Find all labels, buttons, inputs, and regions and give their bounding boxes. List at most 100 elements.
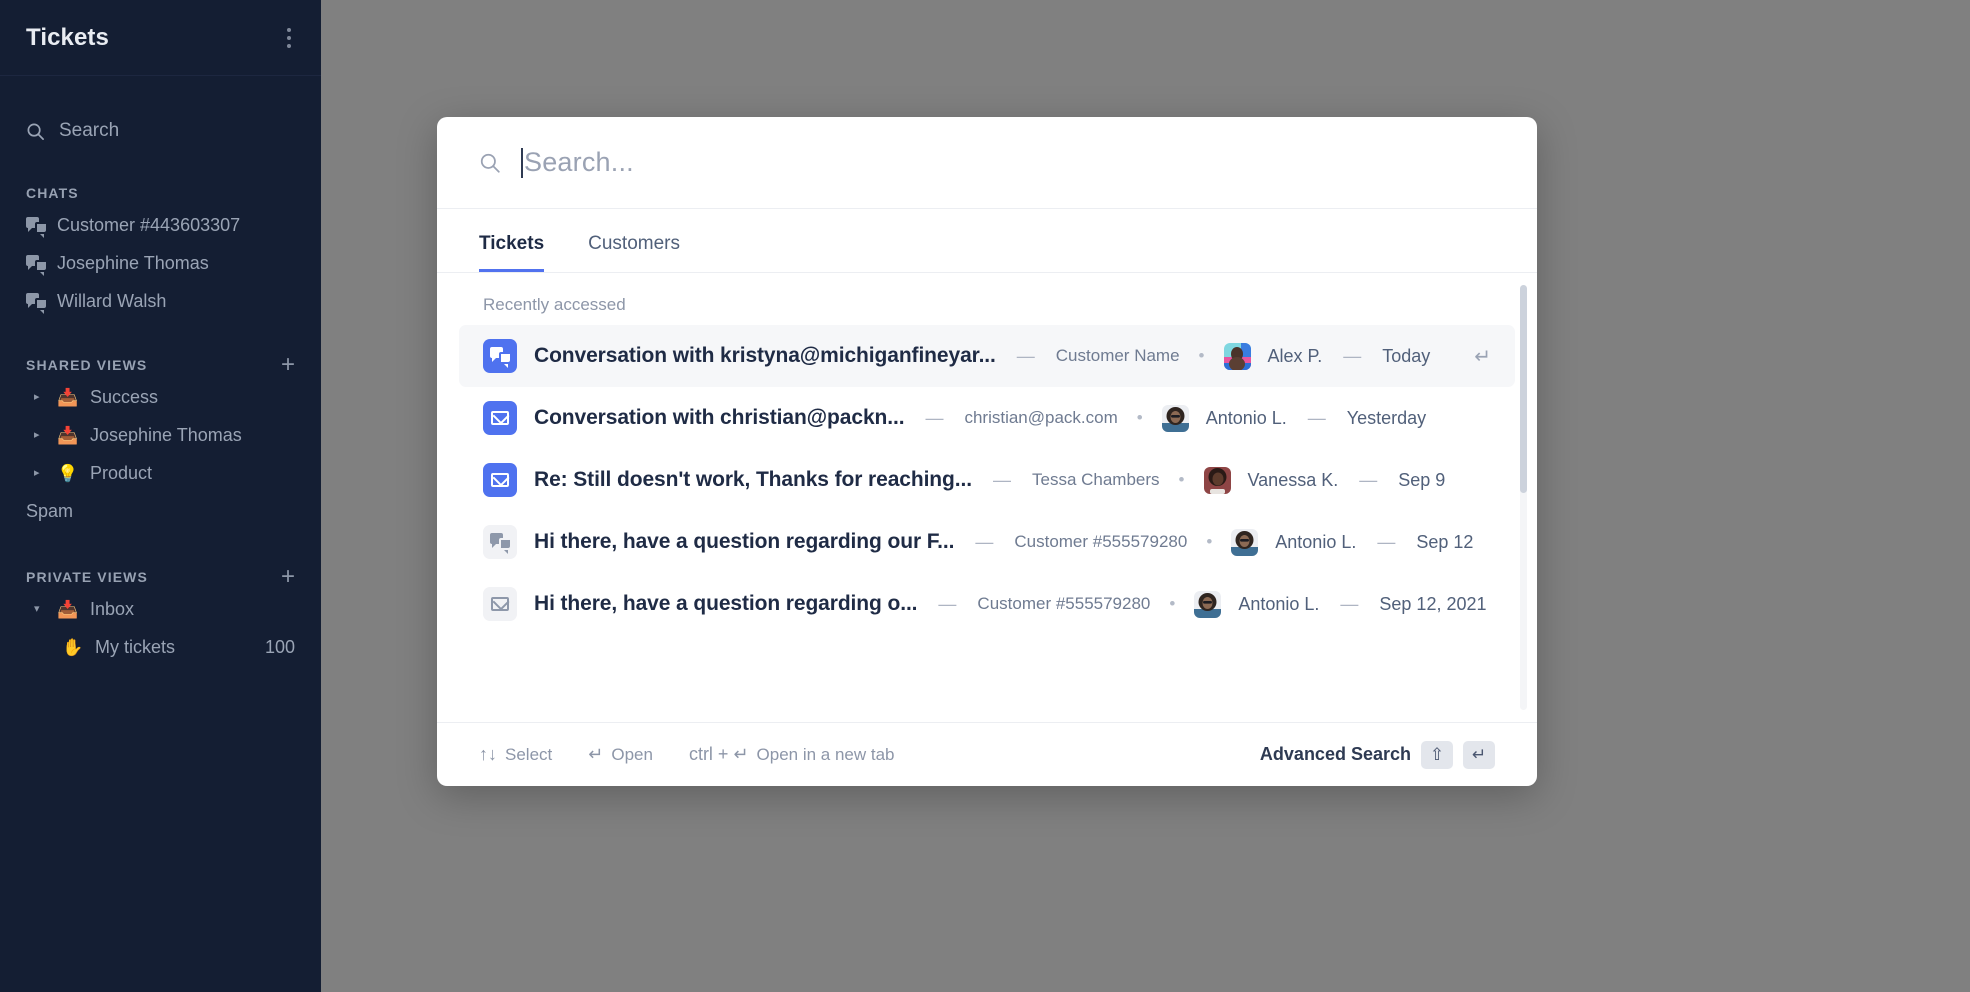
result-person: Antonio L. bbox=[1238, 593, 1320, 614]
sidebar-private-view-my-tickets[interactable]: ✋ My tickets 100 bbox=[0, 628, 321, 666]
sidebar-chat-label: Customer #443603307 bbox=[57, 214, 241, 235]
private-views-caption: PRIVATE VIEWS bbox=[26, 569, 148, 585]
results-scrollbar-thumb[interactable] bbox=[1520, 285, 1527, 493]
kebab-dot bbox=[287, 43, 291, 48]
separator: — bbox=[975, 531, 994, 552]
sidebar-chat-item-2[interactable]: Willard Walsh bbox=[0, 282, 321, 320]
result-title: Hi there, have a question regarding o... bbox=[534, 592, 918, 615]
dot-separator: • bbox=[1136, 408, 1143, 427]
result-row[interactable]: Conversation with christian@packn... — c… bbox=[459, 387, 1515, 449]
result-row[interactable]: Conversation with kristyna@michiganfiney… bbox=[459, 325, 1515, 387]
enter-key[interactable]: ↵ bbox=[1463, 740, 1495, 769]
dot-separator: • bbox=[1169, 594, 1176, 613]
sidebar-spam-item[interactable]: Spam bbox=[0, 492, 321, 530]
shared-views-section-header: SHARED VIEWS + bbox=[0, 352, 321, 378]
kebab-dot bbox=[287, 27, 291, 32]
result-date: Sep 12 bbox=[1416, 531, 1474, 552]
sidebar-shared-view-label: Product bbox=[90, 462, 153, 483]
inbox-tray-emoji-icon: 📥 bbox=[57, 387, 79, 407]
chats-caption: CHATS bbox=[26, 185, 79, 201]
result-title: Conversation with kristyna@michiganfiney… bbox=[534, 344, 996, 367]
advanced-search-button[interactable]: Advanced Search bbox=[1260, 744, 1411, 765]
sidebar-shared-view-product[interactable]: ▸ 💡 Product bbox=[0, 454, 321, 492]
separator: — bbox=[1307, 407, 1326, 428]
result-meta: Tessa Chambers bbox=[1031, 470, 1160, 489]
hint-label: Open bbox=[611, 744, 653, 764]
avatar bbox=[1194, 590, 1222, 618]
result-date: Yesterday bbox=[1346, 407, 1427, 428]
add-shared-view-button[interactable]: + bbox=[281, 353, 295, 377]
result-title: Hi there, have a question regarding our … bbox=[534, 530, 955, 553]
sidebar-shared-view-label: Success bbox=[90, 386, 159, 407]
avatar-image bbox=[1231, 528, 1259, 556]
result-person: Antonio L. bbox=[1275, 531, 1357, 552]
mail-icon bbox=[483, 587, 517, 621]
chats-section-header: CHATS bbox=[0, 180, 321, 206]
private-views-section-header: PRIVATE VIEWS + bbox=[0, 564, 321, 590]
shift-key[interactable]: ⇧ bbox=[1421, 740, 1453, 769]
result-date: Sep 12, 2021 bbox=[1379, 593, 1487, 614]
sidebar-private-view-label: Inbox bbox=[90, 598, 135, 619]
search-dialog: Tickets Customers Recently accessed Conv… bbox=[437, 117, 1537, 786]
hint-open-new-tab: ctrl + ↵ Open in a new tab bbox=[689, 744, 895, 765]
result-row[interactable]: Hi there, have a question regarding our … bbox=[459, 511, 1515, 573]
hint-label: Open in a new tab bbox=[756, 744, 895, 764]
sidebar-chat-label: Willard Walsh bbox=[57, 290, 167, 311]
separator: — bbox=[1340, 593, 1359, 614]
shared-views-caption: SHARED VIEWS bbox=[26, 357, 148, 373]
sidebar-header: Tickets bbox=[0, 0, 321, 76]
separator: — bbox=[1016, 345, 1035, 366]
result-row[interactable]: Hi there, have a question regarding o...… bbox=[459, 573, 1515, 635]
sidebar-private-view-inbox[interactable]: ▾ 📥 Inbox bbox=[0, 590, 321, 628]
dialog-footer: ↑↓ Select ↵ Open ctrl + ↵ Open in a new … bbox=[437, 722, 1537, 786]
recently-accessed-label: Recently accessed bbox=[483, 295, 626, 314]
avatar-image bbox=[1223, 342, 1251, 370]
avatar bbox=[1231, 528, 1259, 556]
result-meta: Customer #555579280 bbox=[977, 594, 1151, 613]
result-person: Vanessa K. bbox=[1247, 469, 1339, 490]
result-row[interactable]: Re: Still doesn't work, Thanks for reach… bbox=[459, 449, 1515, 511]
chevron-down-icon[interactable]: ▾ bbox=[34, 603, 46, 615]
result-date: Sep 9 bbox=[1398, 469, 1446, 490]
sidebar-shared-view-success[interactable]: ▸ 📥 Success bbox=[0, 378, 321, 416]
search-input[interactable] bbox=[524, 147, 1495, 178]
my-tickets-count: 100 bbox=[264, 636, 295, 657]
inbox-tray-emoji-icon: 📥 bbox=[57, 425, 79, 445]
dot-separator: • bbox=[1178, 470, 1185, 489]
avatar-image bbox=[1203, 466, 1231, 494]
inbox-tray-emoji-icon: 📥 bbox=[57, 599, 79, 619]
add-private-view-button[interactable]: + bbox=[281, 565, 295, 589]
separator: — bbox=[938, 593, 957, 614]
chat-icon bbox=[26, 254, 46, 276]
mail-icon bbox=[483, 463, 517, 497]
chevron-right-icon[interactable]: ▸ bbox=[34, 467, 46, 479]
sidebar-shared-view-label: Josephine Thomas bbox=[90, 424, 242, 445]
chevron-right-icon[interactable]: ▸ bbox=[34, 391, 46, 403]
result-meta: Customer #555579280 bbox=[1014, 532, 1188, 551]
separator: — bbox=[1377, 531, 1396, 552]
result-meta: Customer Name bbox=[1055, 346, 1180, 365]
avatar bbox=[1223, 342, 1251, 370]
result-person: Antonio L. bbox=[1205, 407, 1287, 428]
separator: — bbox=[992, 469, 1011, 490]
kebab-menu-icon[interactable] bbox=[283, 24, 295, 52]
app-title: Tickets bbox=[26, 23, 109, 51]
tab-customers[interactable]: Customers bbox=[588, 233, 680, 272]
enter-icon: ↵ bbox=[1474, 345, 1491, 368]
results-scrollbar-track[interactable] bbox=[1520, 285, 1527, 710]
sidebar-chat-item-1[interactable]: Josephine Thomas bbox=[0, 244, 321, 282]
result-title: Conversation with christian@packn... bbox=[534, 406, 905, 429]
chevron-right-icon[interactable]: ▸ bbox=[34, 429, 46, 441]
separator: — bbox=[1343, 345, 1362, 366]
tab-tickets[interactable]: Tickets bbox=[479, 233, 545, 272]
chat-icon bbox=[26, 292, 46, 314]
result-person: Alex P. bbox=[1267, 345, 1323, 366]
text-cursor bbox=[521, 147, 523, 178]
sidebar-search-button[interactable]: Search bbox=[0, 104, 321, 158]
app-root: Tickets Search CHATS Customer #443603307… bbox=[0, 0, 1970, 992]
results-area: Recently accessed Conversation with kris… bbox=[437, 273, 1537, 722]
chat-icon bbox=[483, 525, 517, 559]
sidebar-chat-item-0[interactable]: Customer #443603307 bbox=[0, 206, 321, 244]
sidebar-spam-label: Spam bbox=[26, 500, 74, 521]
sidebar-shared-view-josephine-thomas[interactable]: ▸ 📥 Josephine Thomas bbox=[0, 416, 321, 454]
